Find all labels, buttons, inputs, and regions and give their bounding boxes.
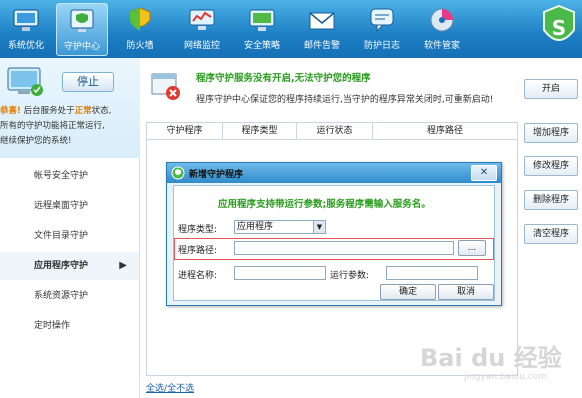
nav-label: 系统优化 [7, 41, 44, 51]
monitor-icon [13, 9, 39, 31]
dialog-hint: 应用程序支持带运行参数;服务程序需输入服务名。 [218, 199, 431, 210]
monitor-check-icon [249, 9, 275, 31]
dialog-titlebar[interactable]: 新增守护程序 ✕ [167, 163, 501, 183]
select-links: 全选/全不选 [146, 381, 194, 394]
service-status-text: 恭喜! 后台服务处于正常状态, 所有的守护功能将正常运行, 继续保护您的系统! [0, 104, 140, 149]
shield-icon [129, 7, 151, 31]
add-program-button[interactable]: 增加程序 [524, 123, 578, 143]
nav-label: 守护中心 [63, 42, 100, 52]
nav-label: 安全策略 [243, 41, 280, 51]
nav-mail-alert[interactable]: 邮件告警 [296, 3, 348, 56]
menu-label: 系统资源守护 [34, 291, 89, 301]
modify-program-button[interactable]: 修改程序 [524, 156, 578, 176]
nav-label: 邮件告警 [303, 41, 340, 51]
shield-monitor-icon [70, 9, 94, 32]
window-error-icon [151, 73, 180, 100]
mail-icon [309, 12, 335, 30]
ok-button[interactable]: 确定 [380, 284, 436, 300]
watermark-url: jingyan.baidu.com [464, 372, 548, 382]
nav-label: 防火墙 [126, 41, 154, 51]
status-normal: 正常 [74, 106, 92, 116]
nav-protection-log[interactable]: 防护日志 [356, 3, 408, 56]
run-params-input[interactable] [386, 266, 478, 280]
menu-app-guard[interactable]: 应用程序守护 ▶ [0, 252, 139, 280]
cd-icon [430, 8, 454, 32]
process-name-label: 进程名称: [178, 271, 218, 281]
select-all-link[interactable]: 全选 [146, 384, 164, 394]
chevron-down-icon[interactable]: ▼ [313, 221, 325, 233]
app-logo: S [543, 4, 575, 41]
dialog-title: 新增守护程序 [189, 170, 244, 180]
status-line1: 后台服务处于 [23, 106, 75, 116]
status-monitor-icon [7, 67, 43, 96]
status-line2: 所有的守护功能将正常运行, [0, 121, 105, 131]
nav-label: 软件管家 [423, 41, 460, 51]
app-shield-icon [171, 166, 185, 180]
status-congrats: 恭喜! [0, 106, 21, 116]
program-path-label: 程序路径: [178, 246, 218, 256]
menu-system-resource-guard[interactable]: 系统资源守护 [0, 282, 139, 310]
process-name-input[interactable] [234, 266, 326, 280]
column-header[interactable]: 守护程序 [147, 123, 223, 139]
column-header[interactable]: 运行状态 [297, 123, 373, 139]
menu-remote-desktop-guard[interactable]: 远程桌面守护 [0, 192, 139, 220]
clear-programs-button[interactable]: 清空程序 [524, 224, 578, 244]
nav-label: 网络监控 [183, 41, 220, 51]
status-line1-suffix: 状态, [91, 106, 112, 116]
left-panel: 停止 恭喜! 后台服务处于正常状态, 所有的守护功能将正常运行, 继续保护您的系… [0, 58, 140, 398]
chat-log-icon [370, 8, 394, 33]
run-params-label: 运行参数: [330, 271, 370, 281]
menu-label: 帐号安全守护 [34, 171, 89, 181]
menu-label: 应用程序守护 [34, 261, 89, 271]
nav-network-monitor[interactable]: 网络监控 [176, 3, 228, 56]
top-toolbar: 系统优化 守护中心 防火墙 网络监控 安全策略 邮件告警 防护日志 软件管家 S [0, 0, 582, 58]
arrow-right-icon: ▶ [119, 260, 127, 271]
program-type-value: 应用程序 [237, 222, 274, 232]
nav-firewall[interactable]: 防火墙 [114, 3, 166, 56]
program-path-input[interactable] [234, 241, 454, 255]
cancel-button[interactable]: 取消 [438, 284, 494, 300]
close-icon[interactable]: ✕ [471, 165, 497, 181]
browse-button[interactable]: ... [458, 240, 486, 256]
stop-service-button[interactable]: 停止 [62, 72, 114, 92]
program-type-select[interactable]: 应用程序 ▼ [234, 220, 326, 234]
dialog-body: 应用程序支持带运行参数;服务程序需输入服务名。 程序类型: 应用程序 ▼ 程序路… [173, 185, 495, 301]
notice-title: 程序守护服务没有开启,无法守护您的程序 [196, 73, 371, 84]
menu-scheduled-ops[interactable]: 定时操作 [0, 312, 139, 340]
nav-security-policy[interactable]: 安全策略 [236, 3, 288, 56]
column-header[interactable]: 程序类型 [223, 123, 297, 139]
add-program-dialog: 新增守护程序 ✕ 应用程序支持带运行参数;服务程序需输入服务名。 程序类型: 应… [166, 162, 502, 306]
svg-text:S: S [552, 16, 566, 40]
status-box: 停止 恭喜! 后台服务处于正常状态, 所有的守护功能将正常运行, 继续保护您的系… [0, 58, 140, 158]
program-type-label: 程序类型: [178, 225, 218, 235]
menu-label: 远程桌面守护 [34, 201, 89, 211]
menu-file-dir-guard[interactable]: 文件目录守护 [0, 222, 139, 250]
select-none-link[interactable]: 全不选 [167, 384, 194, 394]
menu-account-guard[interactable]: 帐号安全守护 [0, 162, 139, 190]
status-line3: 继续保护您的系统! [0, 136, 72, 146]
column-header[interactable]: 程序路径 [373, 123, 517, 139]
watermark: Bai du 经验 [420, 344, 562, 372]
menu-label: 文件目录守护 [34, 231, 89, 241]
menu-label: 定时操作 [34, 321, 71, 331]
nav-system-optimize[interactable]: 系统优化 [0, 3, 52, 56]
notice-box: 程序守护服务没有开启,无法守护您的程序 程序守护中心保证您的程序持续运行,当守护… [146, 62, 516, 112]
notice-description: 程序守护中心保证您的程序持续运行,当守护的程序异常关闭时,可重新启动! [196, 95, 494, 105]
nav-label: 防护日志 [363, 41, 400, 51]
program-table-header: 守护程序 程序类型 运行状态 程序路径 [146, 122, 518, 140]
network-icon [189, 9, 215, 30]
start-button[interactable]: 开启 [524, 79, 578, 99]
nav-software-manager[interactable]: 软件管家 [416, 3, 468, 56]
nav-guard-center[interactable]: 守护中心 [56, 3, 108, 56]
delete-program-button[interactable]: 删除程序 [524, 190, 578, 210]
